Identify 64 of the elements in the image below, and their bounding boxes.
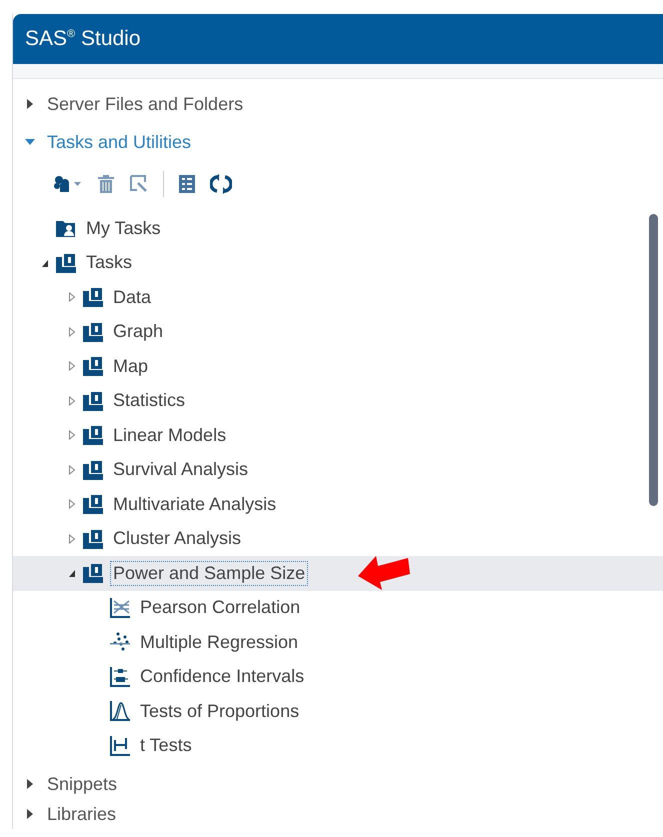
tree-label: Data	[112, 286, 152, 309]
chart-icon	[109, 596, 131, 619]
tree-row[interactable]: Multivariate Analysis	[13, 487, 663, 522]
book-icon	[82, 563, 104, 584]
tree-label: Multivariate Analysis	[112, 492, 278, 516]
list-icon[interactable]	[178, 174, 196, 194]
tree-row[interactable]: Survival Analysis	[13, 452, 663, 487]
tree-label: Map	[112, 354, 150, 378]
book-icon	[55, 252, 77, 273]
tree-row[interactable]: Data	[13, 280, 663, 314]
tree-row[interactable]: Multiple Regression	[13, 625, 663, 660]
expand-icon[interactable]	[25, 99, 35, 109]
book-icon	[82, 425, 104, 446]
section-header[interactable]: Tasks and Utilities	[13, 123, 663, 161]
tree-label: Linear Models	[112, 424, 228, 447]
tree-row[interactable]: Map	[13, 349, 663, 384]
section-header[interactable]: Snippets	[13, 769, 663, 799]
tree-label: Cluster Analysis	[112, 527, 242, 550]
expand-icon[interactable]	[25, 779, 35, 789]
range-chart-icon	[109, 734, 131, 757]
app-title: SAS$^{®}$ Studio	[25, 27, 141, 51]
tree-row[interactable]: Pearson Correlation	[13, 590, 663, 625]
collapse-icon[interactable]	[68, 568, 76, 578]
book-icon	[82, 528, 104, 549]
new-task-icon[interactable]	[53, 174, 83, 194]
tree-label: Confidence Intervals	[139, 665, 306, 688]
section-header[interactable]: Server Files and Folders	[13, 85, 663, 123]
tree-label: t Tests	[139, 734, 193, 758]
tree-row[interactable]: Confidence Intervals	[13, 660, 663, 694]
tree-row[interactable]: Statistics	[13, 384, 663, 418]
book-icon	[82, 494, 104, 514]
book-icon	[82, 287, 104, 308]
tree-label: Power and Sample Size	[110, 560, 308, 586]
trash-icon[interactable]	[97, 174, 115, 194]
tree-row[interactable]: Tests of Proportions	[13, 694, 663, 728]
tree-label: Multiple Regression	[139, 630, 300, 654]
tree-row[interactable]: t Tests	[13, 728, 663, 763]
select-icon[interactable]	[129, 174, 149, 194]
tree-label: Survival Analysis	[112, 458, 250, 482]
book-icon	[82, 460, 104, 480]
book-icon	[82, 322, 104, 342]
tree-label: Tasks	[85, 251, 134, 274]
tree-row[interactable]: Power and Sample Size	[13, 556, 663, 590]
tree-label: My Tasks	[85, 216, 162, 240]
tree-row[interactable]: Tasks	[13, 246, 663, 280]
tree-row[interactable]: Graph	[13, 314, 663, 349]
bell-curve-icon	[109, 700, 131, 722]
tree-row[interactable]: My Tasks	[13, 211, 663, 246]
scrollbar[interactable]	[649, 214, 658, 506]
tree-label: Statistics	[112, 389, 186, 412]
book-icon	[82, 390, 104, 411]
refresh-icon[interactable]	[210, 174, 232, 194]
tree-label: Tests of Proportions	[139, 700, 300, 723]
collapse-icon[interactable]	[41, 258, 49, 268]
user-folder-icon	[55, 218, 77, 238]
tree-row[interactable]: Linear Models	[13, 418, 663, 452]
scatter-icon	[109, 631, 131, 654]
section-header[interactable]: Libraries	[13, 799, 663, 829]
tree-label: Graph	[112, 320, 164, 344]
interval-chart-icon	[109, 666, 131, 688]
tree-label: Pearson Correlation	[139, 596, 302, 620]
expand-icon[interactable]	[25, 809, 35, 819]
book-icon	[82, 356, 104, 376]
tree-row[interactable]: Cluster Analysis	[13, 522, 663, 556]
